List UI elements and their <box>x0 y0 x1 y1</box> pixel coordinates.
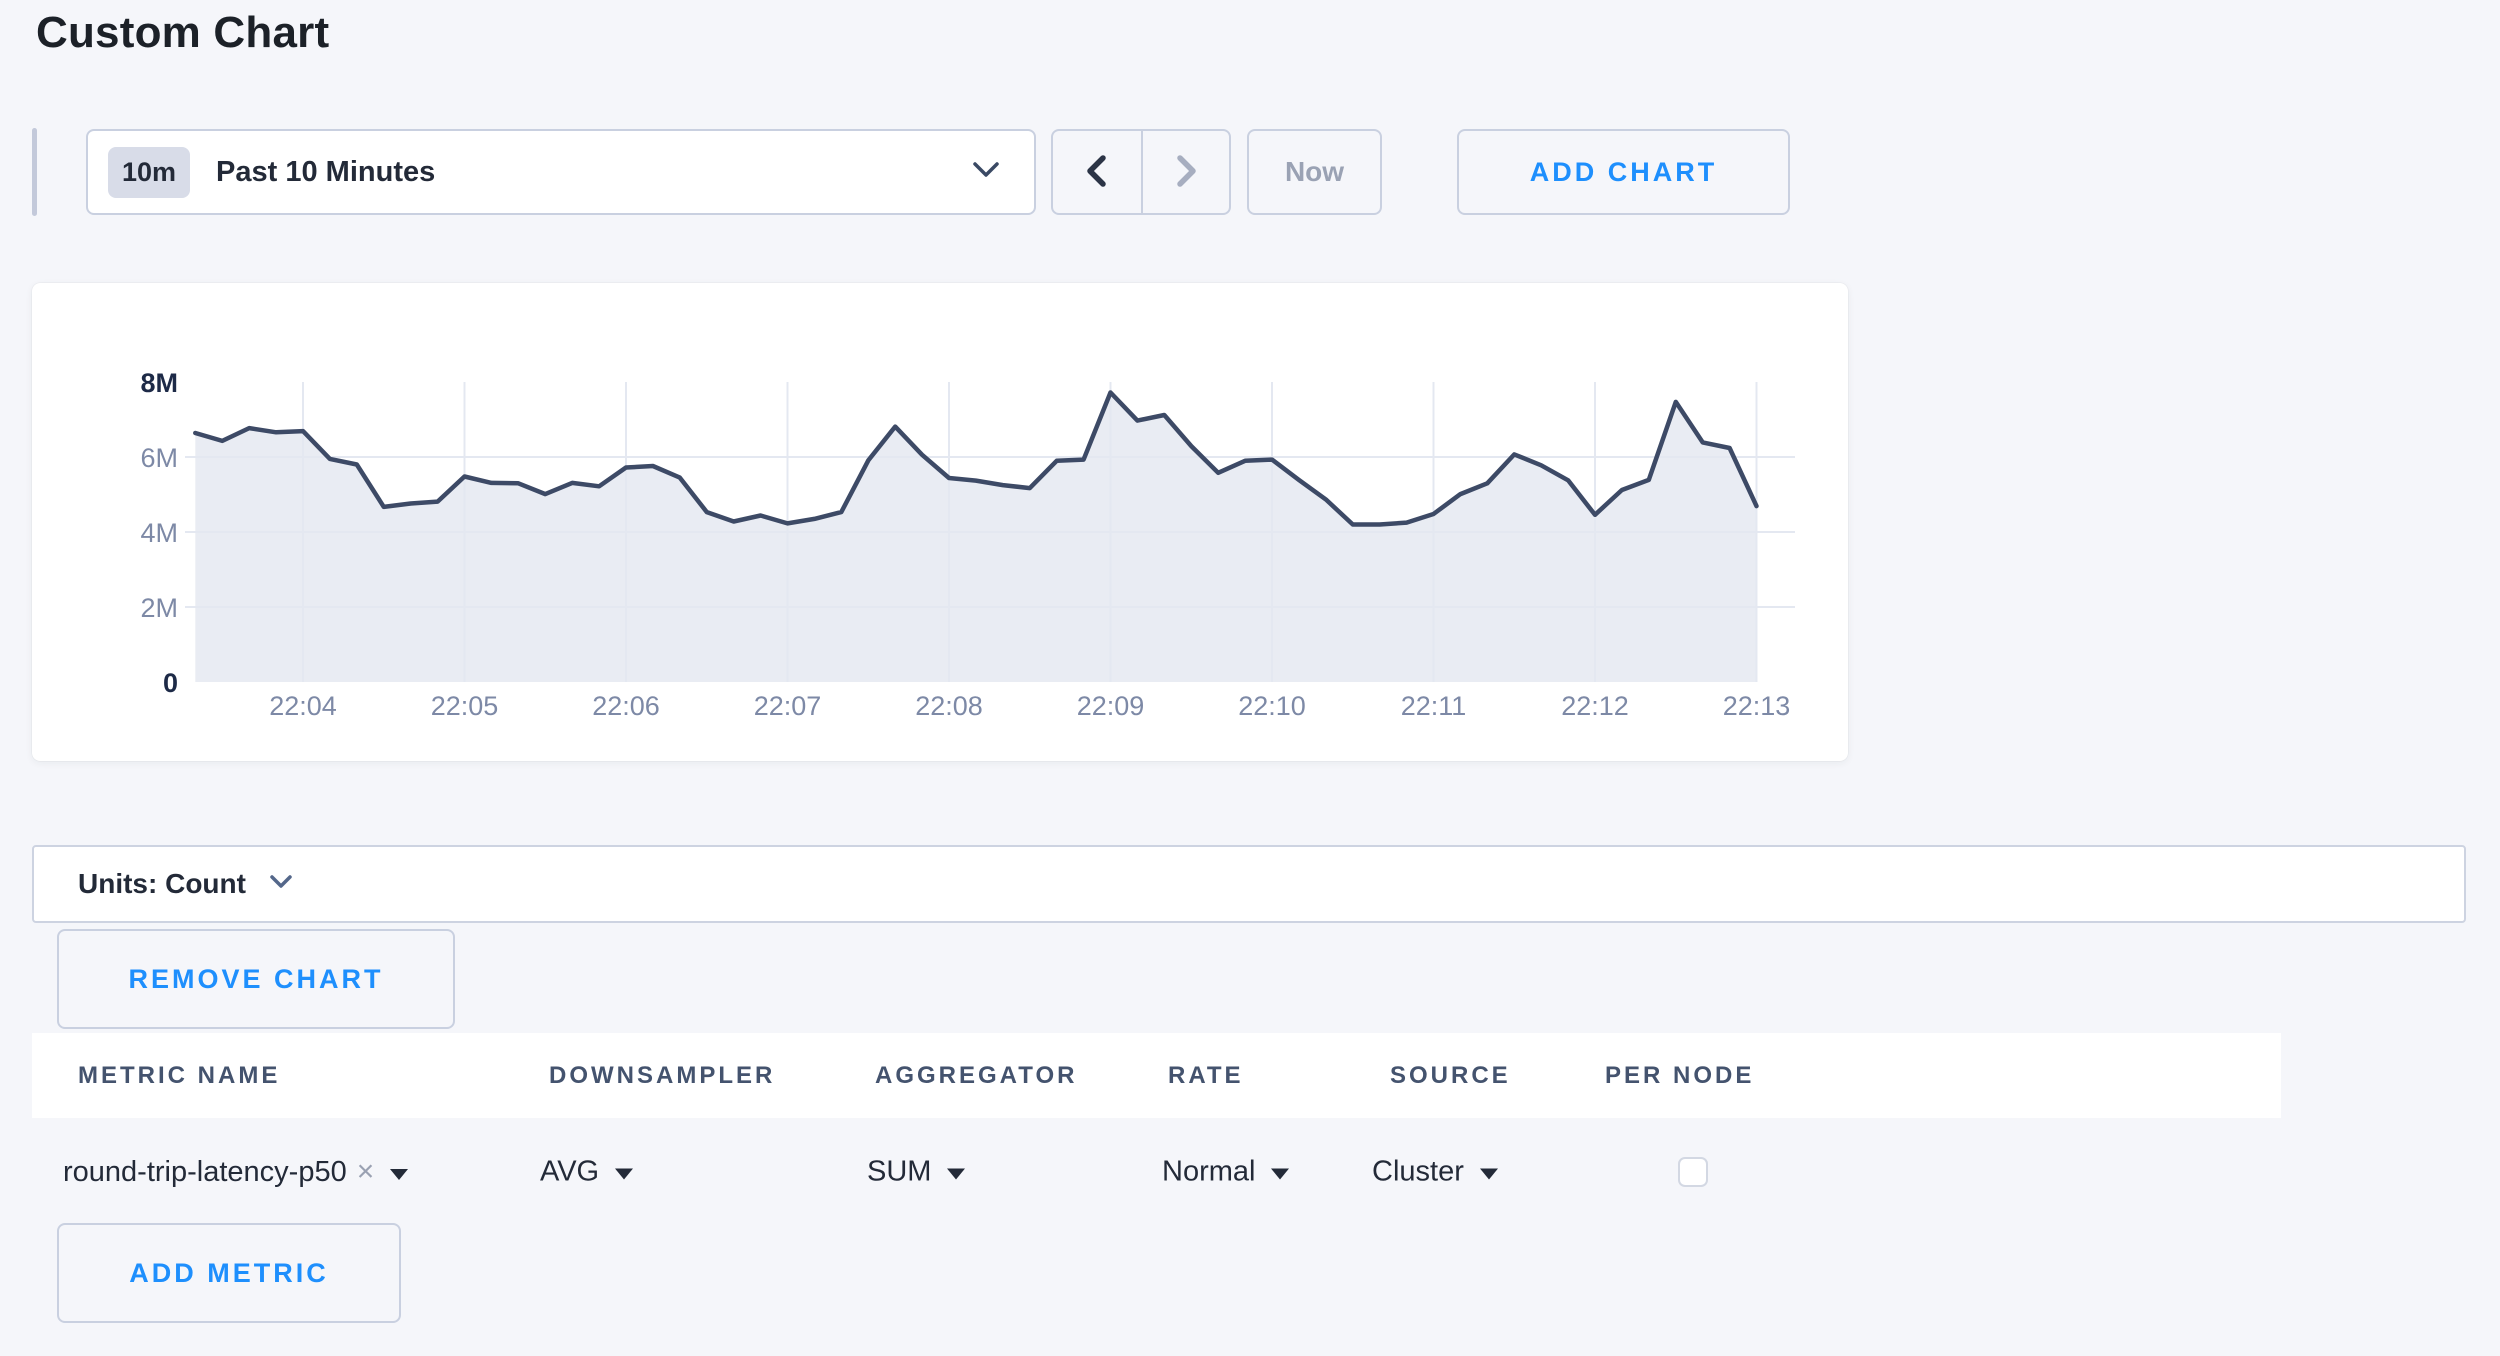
column-header-per-node: PER NODE <box>1605 1062 1754 1090</box>
dropdown-arrow-icon <box>947 1169 965 1180</box>
svg-text:8M: 8M <box>140 368 178 398</box>
time-range-label: Past 10 Minutes <box>216 156 435 189</box>
metric-name-value: round-trip-latency-p50 <box>63 1156 347 1189</box>
time-next-button[interactable] <box>1141 131 1229 213</box>
add-metric-button[interactable]: ADD METRIC <box>57 1223 401 1323</box>
svg-text:22:04: 22:04 <box>269 691 337 721</box>
now-button[interactable]: Now <box>1247 129 1382 215</box>
chevron-down-icon <box>270 875 292 894</box>
rate-select[interactable]: Normal <box>1162 1156 1289 1189</box>
column-header-metric-name: METRIC NAME <box>78 1062 280 1090</box>
add-chart-button[interactable]: ADD CHART <box>1457 129 1790 215</box>
svg-text:22:05: 22:05 <box>431 691 499 721</box>
rate-value: Normal <box>1162 1156 1255 1189</box>
svg-text:6M: 6M <box>140 443 178 473</box>
chevron-down-icon <box>972 161 1000 184</box>
column-header-source: SOURCE <box>1390 1062 1511 1090</box>
chevron-left-icon <box>1080 151 1114 194</box>
dropdown-arrow-icon <box>615 1169 633 1180</box>
dropdown-arrow-icon <box>1480 1169 1498 1180</box>
downsampler-value: AVG <box>540 1156 599 1189</box>
svg-text:22:12: 22:12 <box>1561 691 1629 721</box>
aggregator-select[interactable]: SUM <box>867 1156 965 1189</box>
source-value: Cluster <box>1372 1156 1464 1189</box>
dropdown-arrow-icon <box>1271 1169 1289 1180</box>
svg-text:0: 0 <box>163 668 178 698</box>
custom-chart-page: Custom Chart 10m Past 10 Minutes Now ADD… <box>0 0 2500 1356</box>
downsampler-select[interactable]: AVG <box>540 1156 633 1189</box>
svg-text:22:06: 22:06 <box>592 691 660 721</box>
column-header-aggregator: AGGREGATOR <box>875 1062 1077 1090</box>
column-header-rate: RATE <box>1168 1062 1244 1090</box>
column-header-downsampler: DOWNSAMPLER <box>549 1062 775 1090</box>
custom-chart-svg: 0 2M 4M 6M 8M 22:04 22:05 22:06 22:07 22:08 22:09 2… <box>32 283 1848 761</box>
toolbar-accent-bar <box>32 128 37 216</box>
metric-name-select[interactable]: round-trip-latency-p50 × <box>63 1155 408 1189</box>
dropdown-arrow-icon <box>390 1169 408 1180</box>
svg-text:22:09: 22:09 <box>1077 691 1145 721</box>
per-node-checkbox[interactable] <box>1678 1157 1708 1187</box>
svg-text:22:08: 22:08 <box>915 691 983 721</box>
chart-card: 0 2M 4M 6M 8M 22:04 22:05 22:06 22:07 22:08 22:09 2… <box>32 283 1848 761</box>
source-select[interactable]: Cluster <box>1372 1156 1498 1189</box>
units-select-label: Units: Count <box>78 868 246 900</box>
time-nav-group <box>1051 129 1231 215</box>
metrics-table-header: METRIC NAME DOWNSAMPLER AGGREGATOR RATE … <box>32 1033 2281 1118</box>
time-window-badge: 10m <box>108 147 190 198</box>
svg-text:4M: 4M <box>140 518 178 548</box>
time-range-select[interactable]: 10m Past 10 Minutes <box>86 129 1036 215</box>
svg-text:22:07: 22:07 <box>754 691 822 721</box>
metric-row: round-trip-latency-p50 × AVG SUM Normal … <box>0 1118 2500 1226</box>
page-title: Custom Chart <box>36 8 329 58</box>
units-select[interactable]: Units: Count <box>32 845 2466 923</box>
series-area-fill <box>195 393 1756 683</box>
svg-text:22:13: 22:13 <box>1723 691 1791 721</box>
clear-metric-icon[interactable]: × <box>357 1155 375 1189</box>
remove-chart-button[interactable]: REMOVE CHART <box>57 929 455 1029</box>
aggregator-value: SUM <box>867 1156 931 1189</box>
chevron-right-icon <box>1169 151 1203 194</box>
svg-text:22:10: 22:10 <box>1238 691 1306 721</box>
svg-text:2M: 2M <box>140 593 178 623</box>
svg-text:22:11: 22:11 <box>1401 691 1467 721</box>
time-prev-button[interactable] <box>1053 131 1141 213</box>
